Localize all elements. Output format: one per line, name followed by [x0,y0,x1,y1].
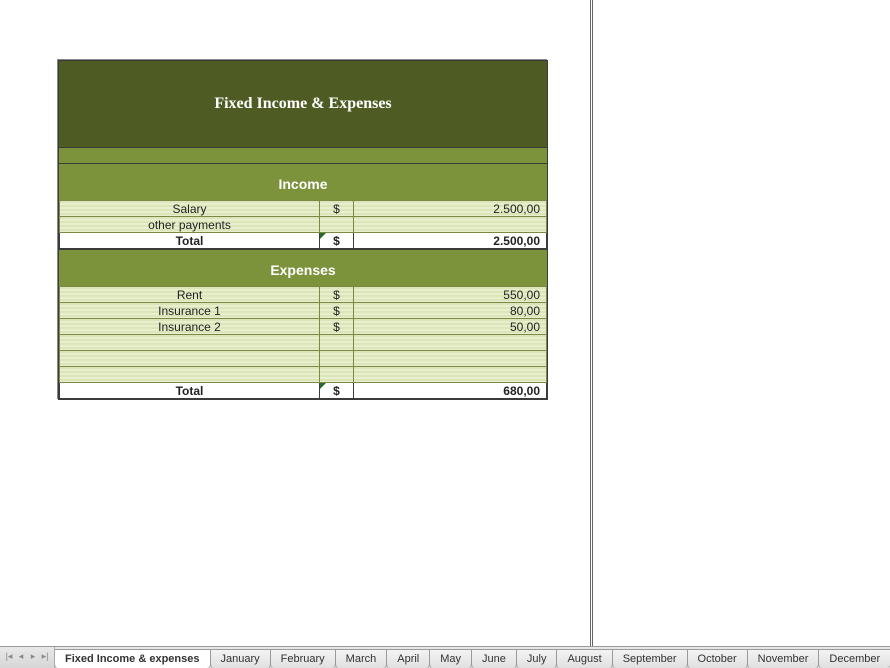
spreadsheet-workspace: Fixed Income & Expenses Income Salary $ … [0,0,890,668]
tab-august[interactable]: August [556,649,612,668]
expense-row[interactable] [60,367,547,383]
income-total-row: Total $ 2.500,00 [60,233,547,249]
cell-value[interactable] [354,335,547,351]
cell-value[interactable] [354,367,547,383]
nav-next-icon[interactable]: ▸ [28,651,38,662]
cell-value[interactable]: 550,00 [354,287,547,303]
income-rows: Salary $ 2.500,00 other payments Total $… [59,200,547,249]
cell-value[interactable]: 50,00 [354,319,547,335]
cell-currency[interactable] [320,351,354,367]
cell-currency: $ [320,383,354,399]
cell-label[interactable]: Salary [60,201,320,217]
cell-label: Total [60,233,320,249]
tab-april[interactable]: April [386,649,430,668]
tab-september[interactable]: September [612,649,688,668]
title-band: Fixed Income & Expenses [59,61,547,147]
expenses-header: Expenses [59,249,547,286]
tab-may[interactable]: May [429,649,472,668]
tab-january[interactable]: January [210,649,271,668]
cell-value[interactable] [354,217,547,233]
cell-currency[interactable]: $ [320,303,354,319]
cell-label[interactable] [60,367,320,383]
cell-currency: $ [320,233,354,249]
expense-row[interactable] [60,351,547,367]
tab-october[interactable]: October [687,649,748,668]
cell-value[interactable]: 80,00 [354,303,547,319]
sheet-tabs: Fixed Income & expenses January February… [55,647,890,668]
cell-label[interactable]: Insurance 2 [60,319,320,335]
income-row[interactable]: other payments [60,217,547,233]
tab-november[interactable]: November [747,649,820,668]
cell-value: 2.500,00 [354,233,547,249]
cell-currency[interactable]: $ [320,201,354,217]
sheet-page: Fixed Income & Expenses Income Salary $ … [0,0,590,646]
expenses-total-row: Total $ 680,00 [60,383,547,399]
tab-june[interactable]: June [471,649,517,668]
sheet-nav-buttons: |◂ ◂ ▸ ▸| [0,647,55,668]
cell-value[interactable] [354,351,547,367]
tab-fixed-income-expenses[interactable]: Fixed Income & expenses [55,649,211,668]
income-row[interactable]: Salary $ 2.500,00 [60,201,547,217]
income-header: Income [59,163,547,200]
expense-row[interactable] [60,335,547,351]
tab-february[interactable]: February [270,649,336,668]
cell-label[interactable] [60,351,320,367]
page-separator [590,0,593,646]
cell-value: 680,00 [354,383,547,399]
nav-last-icon[interactable]: ▸| [40,651,50,662]
cell-currency[interactable] [320,217,354,233]
budget-table: Fixed Income & Expenses Income Salary $ … [58,60,548,400]
cell-label: Total [60,383,320,399]
expense-row[interactable]: Insurance 1 $ 80,00 [60,303,547,319]
income-spacer [59,147,547,163]
tab-march[interactable]: March [335,649,388,668]
cell-label[interactable]: Insurance 1 [60,303,320,319]
nav-prev-icon[interactable]: ◂ [16,651,26,662]
cell-label[interactable] [60,335,320,351]
cell-label[interactable]: Rent [60,287,320,303]
expenses-rows: Rent $ 550,00 Insurance 1 $ 80,00 Insura… [59,286,547,399]
cell-currency[interactable]: $ [320,287,354,303]
nav-first-icon[interactable]: |◂ [4,651,14,662]
cell-currency[interactable]: $ [320,319,354,335]
sheet-tab-bar: |◂ ◂ ▸ ▸| Fixed Income & expenses Januar… [0,646,890,668]
cell-currency[interactable] [320,335,354,351]
cell-currency[interactable] [320,367,354,383]
expense-row[interactable]: Insurance 2 $ 50,00 [60,319,547,335]
cell-value[interactable]: 2.500,00 [354,201,547,217]
tab-july[interactable]: July [516,649,558,668]
cell-label[interactable]: other payments [60,217,320,233]
expense-row[interactable]: Rent $ 550,00 [60,287,547,303]
tab-december[interactable]: December [818,649,890,668]
